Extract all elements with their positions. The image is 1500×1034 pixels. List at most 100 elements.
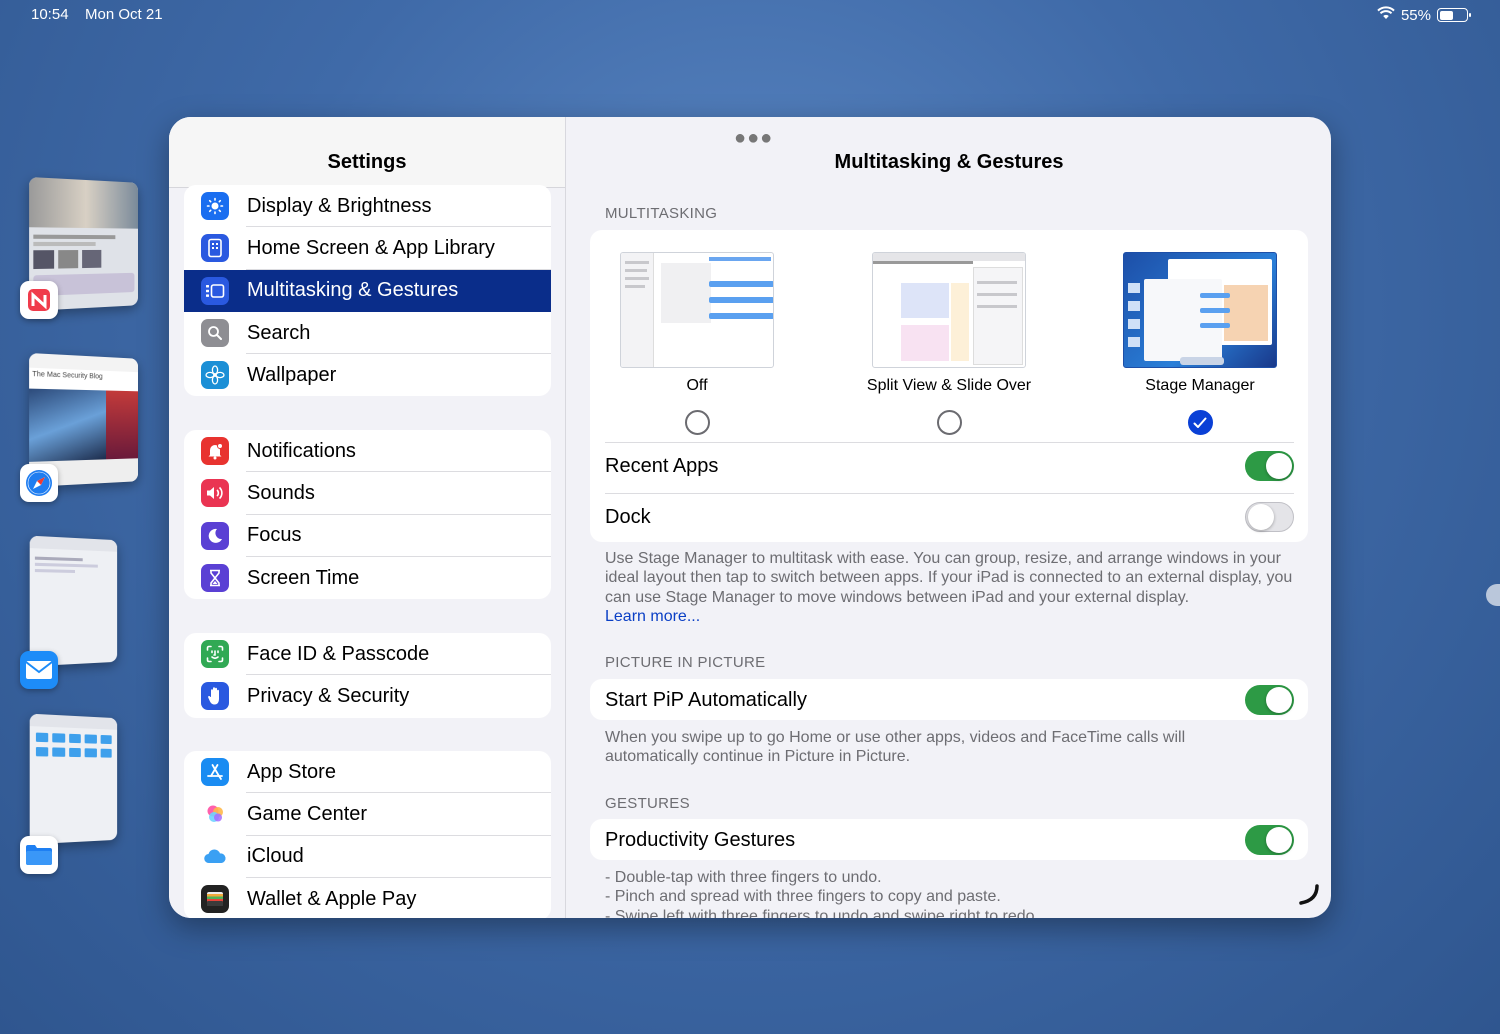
sidebar-item-focus[interactable]: Focus xyxy=(184,515,551,558)
home-screen-icon xyxy=(201,234,229,263)
option-off[interactable]: Off xyxy=(602,252,792,435)
productivity-gestures-toggle[interactable] xyxy=(1245,825,1294,855)
sidebar-item-label: Focus xyxy=(247,524,302,547)
gestures-footnote-line: - Swipe left with three fingers to undo … xyxy=(605,907,1040,918)
gestures-footnote-line: - Pinch and spread with three fingers to… xyxy=(605,888,1001,906)
sidebar-item-game-center[interactable]: Game Center xyxy=(184,793,551,836)
sidebar-item-label: Game Center xyxy=(247,802,368,825)
sidebar-item-label: Notifications xyxy=(247,439,356,462)
wifi-icon xyxy=(1377,6,1395,24)
sidebar-item-label: Sounds xyxy=(247,481,315,504)
sun-icon xyxy=(201,192,229,221)
files-icon[interactable] xyxy=(20,836,58,874)
sidebar-item-label: Multitasking & Gestures xyxy=(247,279,459,302)
split-view-preview-image xyxy=(872,252,1026,368)
app-store-icon xyxy=(201,758,229,787)
sidebar-item-label: App Store xyxy=(247,760,336,783)
sidebar-item-label: Privacy & Security xyxy=(247,684,410,707)
multitasking-footnote: Use Stage Manager to multitask with ease… xyxy=(605,549,1305,626)
sidebar-item-home-screen[interactable]: Home Screen & App Library xyxy=(184,227,551,270)
sidebar-item-label: Screen Time xyxy=(247,566,360,589)
edge-grabber[interactable] xyxy=(1486,584,1500,606)
section-title-multitasking: MULTITASKING xyxy=(605,205,718,222)
safari-icon[interactable] xyxy=(20,464,58,502)
recent-apps-row: Recent Apps xyxy=(605,441,1294,491)
start-pip-row: Start PiP Automatically xyxy=(605,675,1294,725)
gestures-footnote-line: - Double-tap with three fingers to undo. xyxy=(605,869,882,886)
sidebar-item-label: Wallpaper xyxy=(247,363,337,386)
option-label: Off xyxy=(686,377,708,394)
page-title: Multitasking & Gestures xyxy=(834,151,1064,173)
sidebar-item-notifications[interactable]: Notifications xyxy=(184,430,551,473)
sidebar-group-display: Display & Brightness Home Screen & App L… xyxy=(184,185,551,397)
radio-stage-manager[interactable] xyxy=(1187,410,1213,435)
news-icon[interactable] xyxy=(20,281,58,319)
gestures-card: Productivity Gestures xyxy=(590,819,1308,860)
bell-icon xyxy=(201,437,229,466)
sidebar-item-wallet[interactable]: Wallet & Apple Pay xyxy=(184,878,551,918)
option-split-view[interactable]: Split View & Slide Over xyxy=(854,252,1044,435)
mail-icon[interactable] xyxy=(20,651,58,689)
status-indicators: 55% xyxy=(1377,6,1471,24)
dock-row: Dock xyxy=(605,492,1294,542)
face-id-icon xyxy=(201,640,229,669)
cloud-icon xyxy=(201,842,229,871)
start-pip-toggle[interactable] xyxy=(1245,685,1294,715)
detail-pane: ●●● Multitasking & Gestures MULTITASKING… xyxy=(567,117,1331,918)
checkmark-icon xyxy=(1193,417,1207,428)
moon-icon xyxy=(201,521,229,550)
dock-toggle[interactable] xyxy=(1245,502,1294,532)
sidebar-item-label: Wallet & Apple Pay xyxy=(247,887,417,910)
section-title-gestures: GESTURES xyxy=(605,795,690,812)
radio-split-view[interactable] xyxy=(936,410,962,435)
hand-icon xyxy=(201,682,229,711)
sidebar-item-multitasking[interactable]: Multitasking & Gestures xyxy=(184,269,551,312)
stage-thumbnail-files[interactable] xyxy=(29,713,118,845)
status-date: Mon Oct 21 xyxy=(85,6,163,23)
stage-thumbnail-mail[interactable] xyxy=(29,535,118,667)
recent-apps-toggle[interactable] xyxy=(1245,451,1294,481)
sidebar-item-wallpaper[interactable]: Wallpaper xyxy=(184,354,551,396)
window-resize-handle[interactable] xyxy=(1297,883,1319,910)
stage-manager-preview-image xyxy=(1123,252,1277,368)
battery-percent: 55% xyxy=(1400,6,1431,24)
sidebar-item-label: Home Screen & App Library xyxy=(247,236,495,259)
productivity-gestures-row: Productivity Gestures xyxy=(605,815,1294,865)
sidebar-item-app-store[interactable]: App Store xyxy=(184,751,551,794)
gestures-footnote: - Double-tap with three fingers to undo.… xyxy=(605,868,1305,918)
wallet-icon xyxy=(201,885,229,914)
multitasking-icon xyxy=(201,276,229,305)
sidebar-group-security: Face ID & Passcode Privacy & Security xyxy=(184,633,551,718)
pip-footnote: When you swipe up to go Home or use othe… xyxy=(605,729,1186,766)
status-bar: 10:54 Mon Oct 21 55% xyxy=(0,0,1500,32)
productivity-gestures-label: Productivity Gestures xyxy=(605,828,796,851)
off-preview-image xyxy=(620,252,774,368)
radio-off[interactable] xyxy=(684,410,710,435)
sidebar-group-apps: App Store Game Center iCloud Wallet & Ap… xyxy=(184,751,551,918)
start-pip-label: Start PiP Automatically xyxy=(605,688,807,711)
sidebar-title: Settings xyxy=(169,117,565,188)
sidebar-item-face-id[interactable]: Face ID & Passcode xyxy=(184,633,551,676)
window-menu-icon[interactable]: ●●● xyxy=(734,127,773,150)
pip-card: Start PiP Automatically xyxy=(590,679,1308,720)
sidebar-item-display-brightness[interactable]: Display & Brightness xyxy=(184,185,551,228)
sidebar-item-search[interactable]: Search xyxy=(184,312,551,355)
battery-icon xyxy=(1437,8,1471,22)
sidebar-item-sounds[interactable]: Sounds xyxy=(184,472,551,515)
sidebar-group-notifications: Notifications Sounds Focus Screen Time xyxy=(184,430,551,600)
learn-more-link[interactable]: Learn more... xyxy=(605,608,700,625)
option-label: Split View & Slide Over xyxy=(866,377,1032,394)
sidebar-item-icloud[interactable]: iCloud xyxy=(184,836,551,879)
sidebar-item-label: Search xyxy=(247,321,311,344)
sidebar-item-label: iCloud xyxy=(247,845,304,868)
option-stage-manager[interactable]: Stage Manager xyxy=(1105,252,1295,435)
multitasking-footnote-text: Use Stage Manager to multitask with ease… xyxy=(605,550,1293,606)
flower-icon xyxy=(201,361,229,390)
sidebar-item-privacy-security[interactable]: Privacy & Security xyxy=(184,675,551,717)
settings-window: Settings Display & Brightness Home Scree… xyxy=(169,117,1331,918)
sidebar-item-screen-time[interactable]: Screen Time xyxy=(184,557,551,599)
status-time: 10:54 xyxy=(31,6,69,23)
game-center-icon xyxy=(201,800,229,829)
sidebar: Settings Display & Brightness Home Scree… xyxy=(169,117,566,918)
search-icon xyxy=(201,319,229,348)
